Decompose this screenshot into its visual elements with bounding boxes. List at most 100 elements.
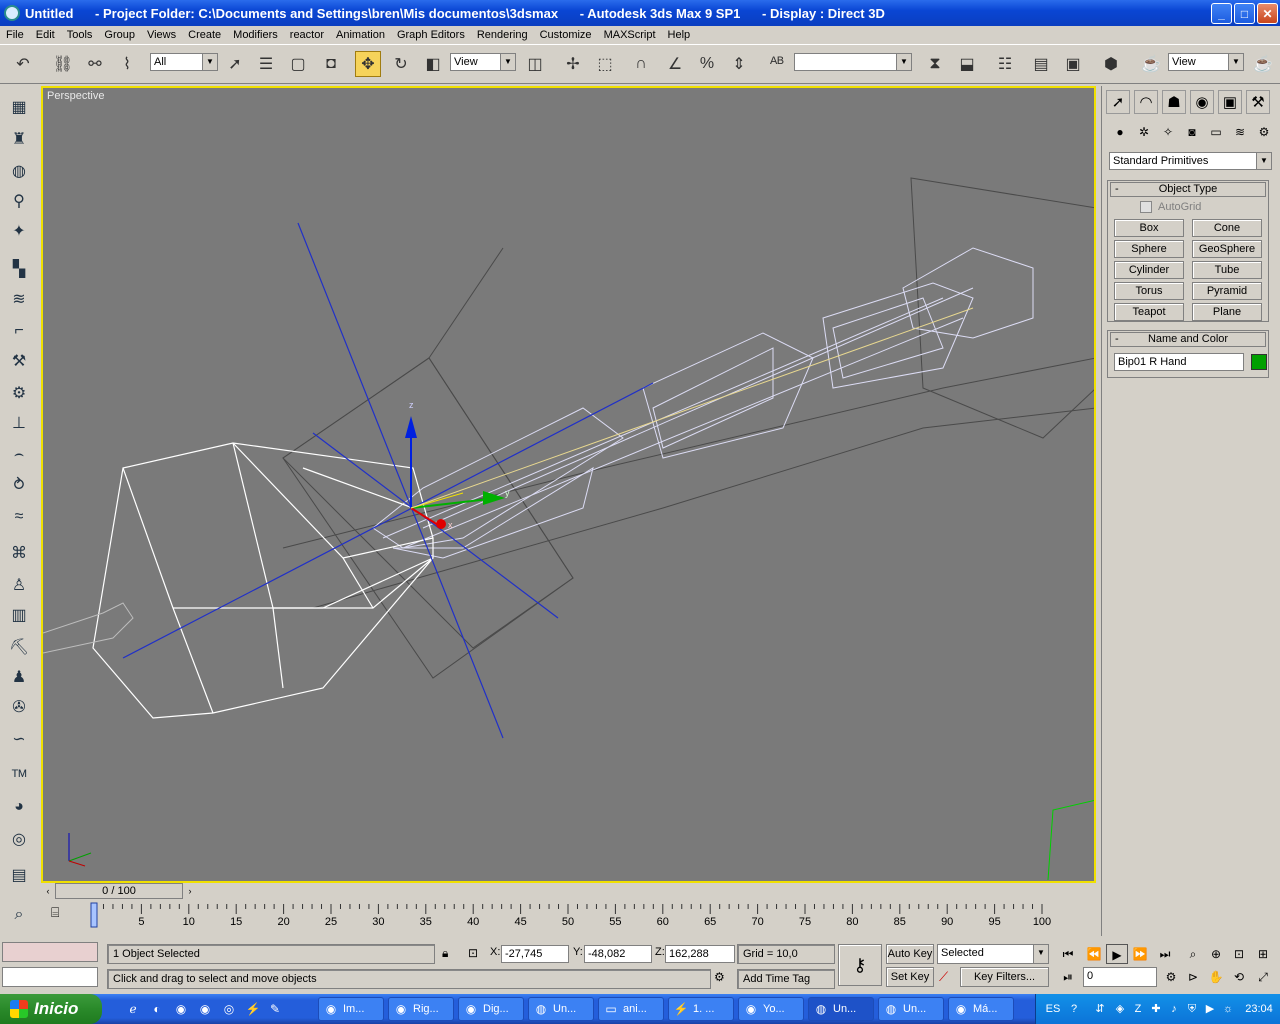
task-4[interactable]: ◍ Un... bbox=[528, 997, 594, 1021]
manipulate-icon[interactable]: ✢ bbox=[560, 51, 586, 77]
maximize-viewport-icon[interactable]: ⤢ bbox=[1252, 967, 1274, 987]
previous-key-icon[interactable]: ⏪ bbox=[1083, 944, 1105, 964]
motion-icon[interactable]: ♟ bbox=[6, 664, 32, 690]
helpers-sub-icon[interactable]: ▭ bbox=[1206, 122, 1226, 142]
material-editor-icon[interactable]: ⬢ bbox=[1098, 51, 1124, 77]
key-mode-toggle-icon[interactable]: ⏯ bbox=[1057, 967, 1079, 987]
time-slider[interactable]: ‹ 0 / 100 › bbox=[41, 883, 1096, 900]
geosphere-button[interactable]: GeoSphere bbox=[1192, 240, 1262, 258]
object-type-header[interactable]: - Object Type bbox=[1110, 182, 1266, 197]
select-object-icon[interactable]: ➚ bbox=[222, 51, 248, 77]
security-shield-icon[interactable]: ⛨ bbox=[1184, 1001, 1200, 1017]
zoom-icon[interactable]: ⌕ bbox=[1182, 944, 1204, 964]
render-view-dropdown[interactable]: View ▼ bbox=[1168, 53, 1244, 71]
spinner-snap-icon[interactable]: ⇕ bbox=[726, 51, 752, 77]
wrench-icon[interactable]: ⚒ bbox=[6, 348, 32, 374]
utilities-tab-icon[interactable]: ⚒ bbox=[1246, 90, 1270, 114]
tool-icon[interactable]: ✎ bbox=[266, 1000, 284, 1018]
create-tab-icon[interactable]: ➚ bbox=[1106, 90, 1130, 114]
add-time-tag-button[interactable]: Add Time Tag bbox=[737, 969, 835, 989]
zoom-all-icon[interactable]: ⊕ bbox=[1205, 944, 1227, 964]
menu-create[interactable]: Create bbox=[182, 29, 227, 41]
menu-edit[interactable]: Edit bbox=[30, 29, 61, 41]
key-filters-button[interactable]: Key Filters... bbox=[960, 967, 1049, 987]
cylinder-button[interactable]: Cylinder bbox=[1114, 261, 1184, 279]
align-icon[interactable]: ⬓ bbox=[954, 51, 980, 77]
task-2[interactable]: ◉ Rig... bbox=[388, 997, 454, 1021]
quick-render-icon[interactable]: ☕ bbox=[1250, 51, 1276, 77]
sphere-icon[interactable]: ◍ bbox=[6, 158, 32, 184]
messenger-icon[interactable]: ◈ bbox=[1112, 1001, 1128, 1017]
task-7[interactable]: ◉ Yo... bbox=[738, 997, 804, 1021]
geometry-icon[interactable]: ● bbox=[1110, 122, 1130, 142]
bind-space-warp-icon[interactable]: ⌇ bbox=[114, 51, 140, 77]
bend-icon[interactable]: ⌢ bbox=[6, 442, 32, 468]
zone-alarm-icon[interactable]: Z bbox=[1130, 1001, 1146, 1017]
field-of-view-icon[interactable]: ⊳ bbox=[1182, 967, 1204, 987]
cameras-sub-icon[interactable]: ◙ bbox=[1182, 122, 1202, 142]
menu-reactor[interactable]: reactor bbox=[284, 29, 330, 41]
spline-icon[interactable]: ∽ bbox=[6, 726, 32, 752]
help-icon[interactable]: ? bbox=[1066, 1001, 1082, 1017]
cone-button[interactable]: Cone bbox=[1192, 219, 1262, 237]
time-slider-thumb[interactable]: 0 / 100 bbox=[55, 883, 183, 899]
auto-key-button[interactable]: Auto Key bbox=[886, 944, 934, 964]
perspective-viewport[interactable]: Perspective z y x bbox=[41, 86, 1096, 883]
percent-snap-icon[interactable]: % bbox=[694, 51, 720, 77]
menu-rendering[interactable]: Rendering bbox=[471, 29, 534, 41]
minimize-button[interactable]: _ bbox=[1211, 3, 1232, 24]
select-by-name-icon[interactable]: ☰ bbox=[253, 51, 279, 77]
select-link-icon[interactable]: ⛓ bbox=[50, 51, 76, 77]
pan-hand-icon[interactable]: ✋ bbox=[1205, 967, 1227, 987]
torus-knot-icon[interactable]: ⌘ bbox=[6, 540, 32, 566]
twist-icon[interactable]: ⥁ bbox=[6, 472, 32, 498]
select-move-icon[interactable]: ✥ bbox=[355, 51, 381, 77]
biped-icon[interactable]: ♙ bbox=[6, 572, 32, 598]
next-key-icon[interactable]: ⏩ bbox=[1129, 944, 1151, 964]
maximize-button[interactable]: □ bbox=[1234, 3, 1255, 24]
close-button[interactable]: ✕ bbox=[1257, 3, 1278, 24]
create-objects-icon[interactable]: ▦ bbox=[6, 94, 32, 120]
mirror-icon[interactable]: ⧗ bbox=[922, 51, 948, 77]
tube-button[interactable]: Tube bbox=[1192, 261, 1262, 279]
shapes-icon[interactable]: ♜ bbox=[6, 126, 32, 152]
task-8[interactable]: ◍ Un... bbox=[808, 997, 874, 1021]
bone-icon[interactable]: ⊥ bbox=[6, 410, 32, 436]
edit-named-selection-icon[interactable]: ᴬᴮ bbox=[764, 51, 790, 77]
media-icon[interactable]: ◐ bbox=[148, 1000, 166, 1018]
key-mode-dropdown[interactable]: Selected ▼ bbox=[937, 944, 1049, 964]
task-1[interactable]: ◉ Im... bbox=[318, 997, 384, 1021]
antivirus-icon[interactable]: ✚ bbox=[1148, 1001, 1164, 1017]
hierarchy-tab-icon[interactable]: ☗ bbox=[1162, 90, 1186, 114]
time-config-icon[interactable]: ⚙ bbox=[1160, 967, 1182, 987]
notepad-icon[interactable]: ▤ bbox=[6, 862, 32, 888]
compound-icon[interactable]: ▚ bbox=[6, 256, 32, 282]
shapes-sub-icon[interactable]: ✲ bbox=[1134, 122, 1154, 142]
move-gizmo[interactable]: z y x bbox=[405, 307, 974, 530]
menu-graph-editors[interactable]: Graph Editors bbox=[391, 29, 471, 41]
pivot-center-icon[interactable]: ◫ bbox=[522, 51, 548, 77]
plane-button[interactable]: Plane bbox=[1192, 303, 1262, 321]
track-bar[interactable]: ⌸ 5 10 15 20 25 30 35 40 45 50 55 60 65 70 75 80 85 90 95 1… bbox=[41, 902, 1096, 934]
task-10[interactable]: ◉ Má... bbox=[948, 997, 1014, 1021]
select-scale-icon[interactable]: ◧ bbox=[420, 51, 446, 77]
lock-icon[interactable]: 🔒︎ bbox=[442, 946, 448, 961]
task-5[interactable]: ▭ ani... bbox=[598, 997, 664, 1021]
tm-icon[interactable]: ᵀᴹ bbox=[6, 764, 32, 790]
next-frame-icon[interactable]: › bbox=[183, 883, 197, 899]
previous-frame-icon[interactable]: ‹ bbox=[41, 883, 55, 899]
firefox-quick-icon[interactable]: ◉ bbox=[196, 1000, 214, 1018]
y-coordinate-field[interactable]: -48,082 bbox=[584, 945, 652, 963]
menu-animation[interactable]: Animation bbox=[330, 29, 391, 41]
gear-icon[interactable]: ⚙ bbox=[6, 380, 32, 406]
sphere-button[interactable]: Sphere bbox=[1114, 240, 1184, 258]
teapot-button[interactable]: Teapot bbox=[1114, 303, 1184, 321]
set-key-icon[interactable]: ⚷ bbox=[838, 944, 882, 986]
skin-icon[interactable]: ▥ bbox=[6, 602, 32, 628]
opera-icon[interactable]: ◎ bbox=[220, 1000, 238, 1018]
box-button[interactable]: Box bbox=[1114, 219, 1184, 237]
clock[interactable]: 23:04 bbox=[1242, 1001, 1276, 1017]
player-icon[interactable]: ▶ bbox=[1202, 1001, 1218, 1017]
z-coordinate-field[interactable]: 162,288 bbox=[665, 945, 735, 963]
named-selection-dropdown[interactable]: ▼ bbox=[794, 53, 912, 71]
